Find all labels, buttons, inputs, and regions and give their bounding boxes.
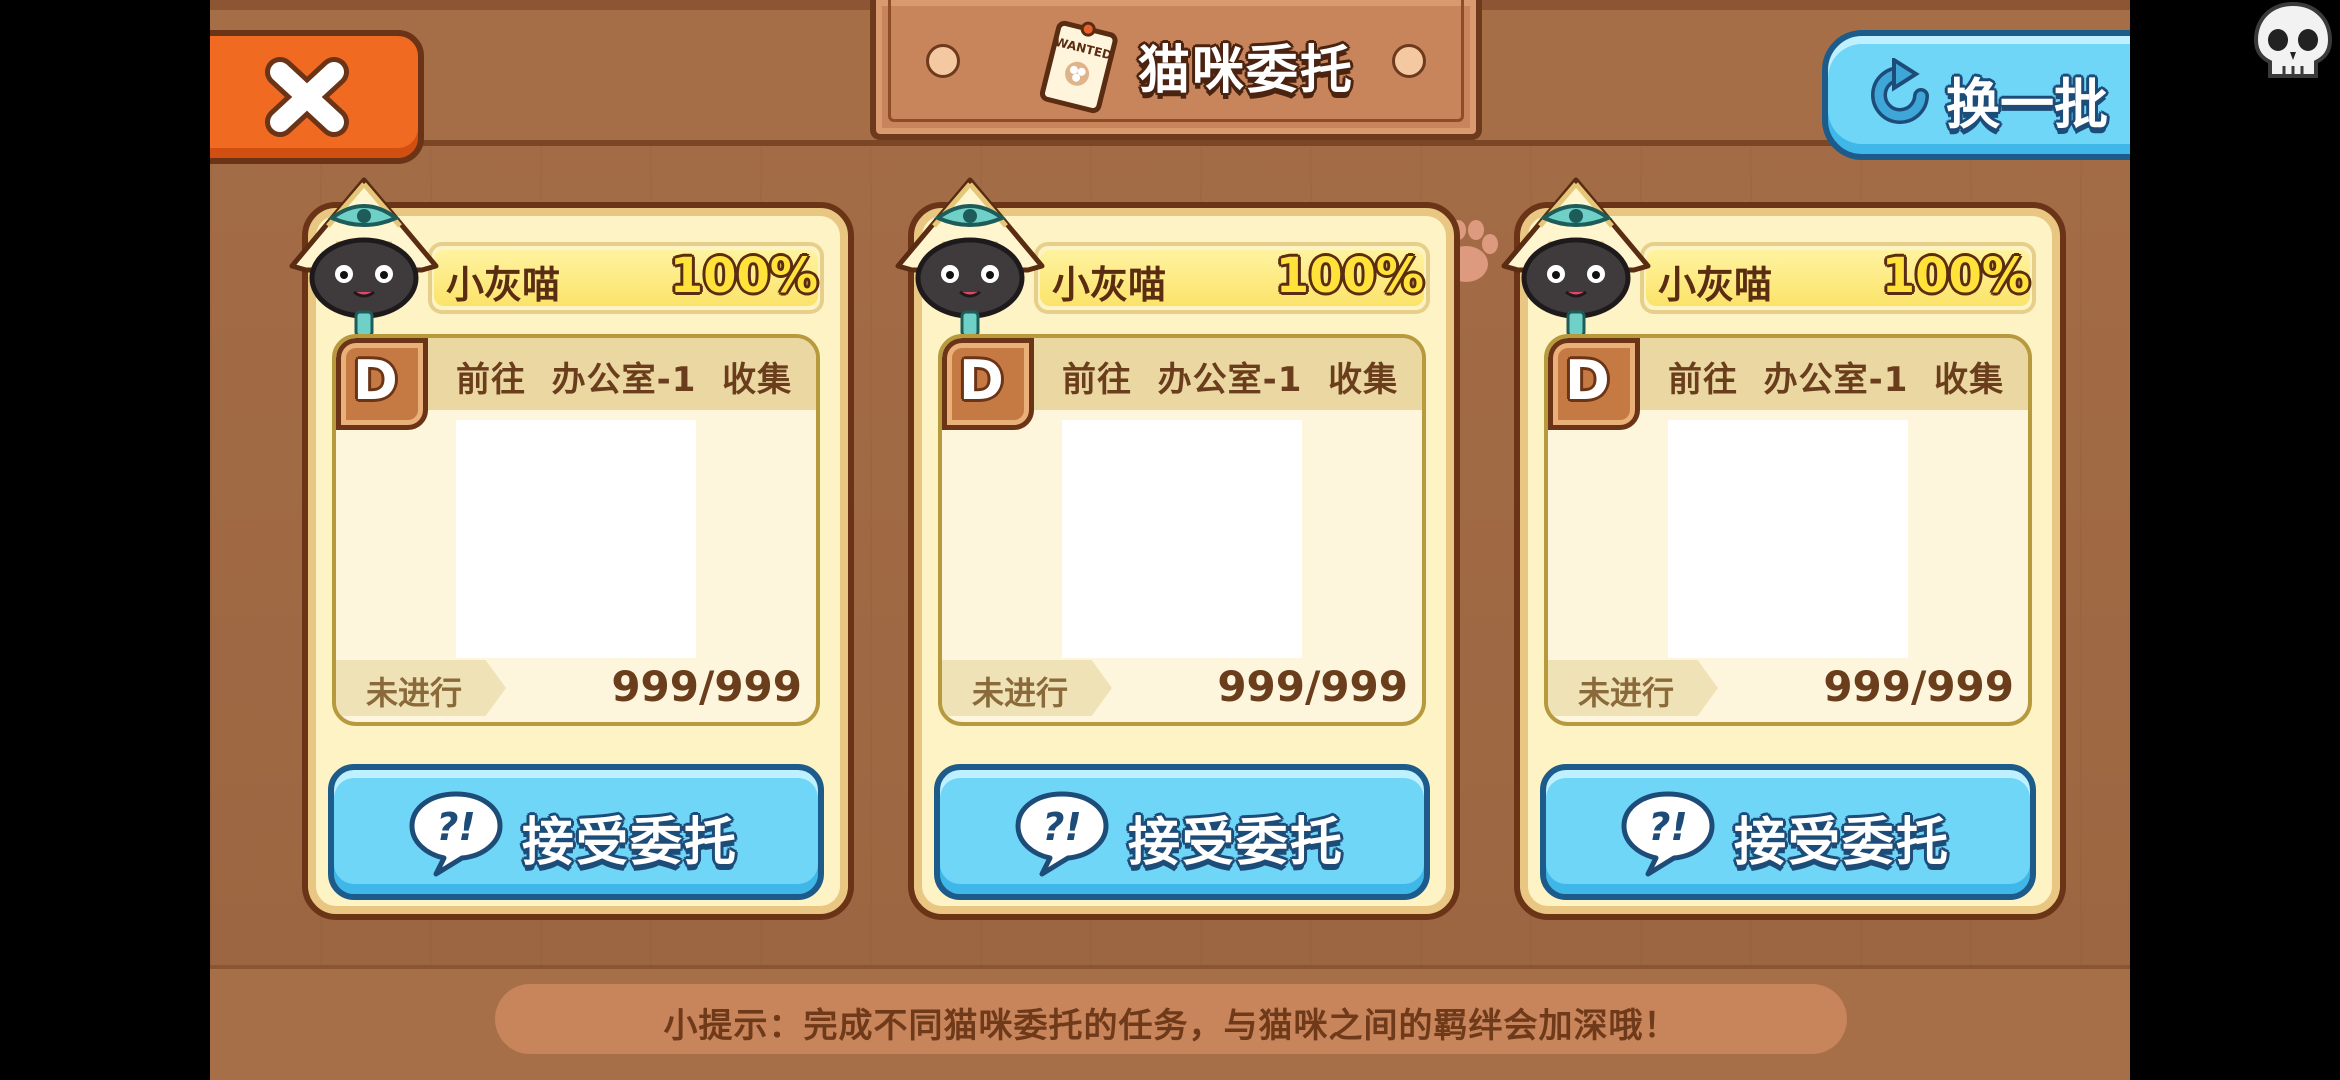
close-button[interactable]	[210, 30, 424, 164]
tip-bar: 小提示：完成不同猫咪委托的任务，与猫咪之间的羁绊会加深哦！	[495, 984, 1847, 1054]
status-text: 未进行	[366, 674, 463, 712]
progress-count: 999/999	[611, 662, 802, 711]
task-item-image	[1668, 420, 1908, 658]
accept-commission-button[interactable]: ?! 接受委托	[934, 764, 1430, 900]
task-panel: 前往 办公室-1 收集 D 未进行 999/999	[1544, 334, 2032, 726]
svg-text:?!: ?!	[1042, 805, 1081, 849]
task-description: 前往 办公室-1 收集	[1062, 360, 1399, 400]
bond-percent: 100%	[1881, 248, 2030, 304]
commission-card: 小灰喵 100% 前往 办公室-1 收集 D 未进行 999/999 ?! 接受…	[289, 177, 854, 920]
question-bubble-icon: ?!	[1015, 791, 1109, 877]
cat-name-bar: 小灰喵 100%	[1034, 242, 1430, 314]
cat-name-bar: 小灰喵 100%	[1640, 242, 2036, 314]
task-item-image	[456, 420, 696, 658]
task-item-image	[1062, 420, 1302, 658]
cat-name: 小灰喵	[1658, 263, 1773, 307]
question-bubble-icon: ?!	[1621, 791, 1715, 877]
wanted-poster-icon: WANTED	[1039, 20, 1118, 114]
game-screen: WANTED 猫咪委托 换一批 小灰喵 100% 前往 办公室-1 收集 D 未…	[210, 0, 2130, 1080]
commission-card: 小灰喵 100% 前往 办公室-1 收集 D 未进行 999/999 ?! 接受…	[895, 177, 1460, 920]
progress-count: 999/999	[1217, 662, 1408, 711]
progress-count: 999/999	[1823, 662, 2014, 711]
status-tag: 未进行	[336, 660, 506, 716]
question-bubble-icon: ?!	[409, 791, 503, 877]
rank-letter: D	[1565, 349, 1610, 412]
svg-text:?!: ?!	[1648, 805, 1687, 849]
title-plate: WANTED 猫咪委托	[870, 0, 1482, 140]
commission-card: 小灰喵 100% 前往 办公室-1 收集 D 未进行 999/999 ?! 接受…	[1501, 177, 2066, 920]
task-description: 前往 办公室-1 收集	[1668, 360, 2005, 400]
refresh-button[interactable]: 换一批	[1822, 30, 2130, 160]
rivet-right	[1392, 44, 1426, 78]
accept-label: 接受委托	[1128, 813, 1345, 873]
cat-name: 小灰喵	[1052, 263, 1167, 307]
cat-pharaoh-avatar	[895, 177, 1045, 338]
refresh-icon	[1871, 58, 1929, 124]
status-text: 未进行	[1578, 674, 1675, 712]
close-icon	[265, 57, 349, 137]
accept-label: 接受委托	[522, 813, 739, 873]
rank-badge: D	[1548, 338, 1640, 430]
refresh-label: 换一批	[1946, 73, 2108, 136]
rank-letter: D	[353, 349, 398, 412]
page-title: 猫咪委托	[1138, 41, 1355, 101]
svg-text:?!: ?!	[436, 805, 475, 849]
accept-label: 接受委托	[1734, 813, 1951, 873]
cat-name: 小灰喵	[446, 263, 561, 307]
task-description: 前往 办公室-1 收集	[456, 360, 793, 400]
status-tag: 未进行	[942, 660, 1112, 716]
cat-name-bar: 小灰喵 100%	[428, 242, 824, 314]
accept-commission-button[interactable]: ?! 接受委托	[1540, 764, 2036, 900]
rank-badge: D	[336, 338, 428, 430]
rank-badge: D	[942, 338, 1034, 430]
bond-percent: 100%	[1275, 248, 1424, 304]
skull-icon[interactable]	[2250, 0, 2336, 82]
accept-commission-button[interactable]: ?! 接受委托	[328, 764, 824, 900]
task-panel: 前往 办公室-1 收集 D 未进行 999/999	[938, 334, 1426, 726]
rank-letter: D	[959, 349, 1004, 412]
status-text: 未进行	[972, 674, 1069, 712]
cat-pharaoh-avatar	[1501, 177, 1651, 338]
rivet-left	[926, 44, 960, 78]
cat-pharaoh-avatar	[289, 177, 439, 338]
task-panel: 前往 办公室-1 收集 D 未进行 999/999	[332, 334, 820, 726]
bond-percent: 100%	[669, 248, 818, 304]
tip-text: 小提示：完成不同猫咪委托的任务，与猫咪之间的羁绊会加深哦！	[663, 1006, 1679, 1046]
status-tag: 未进行	[1548, 660, 1718, 716]
